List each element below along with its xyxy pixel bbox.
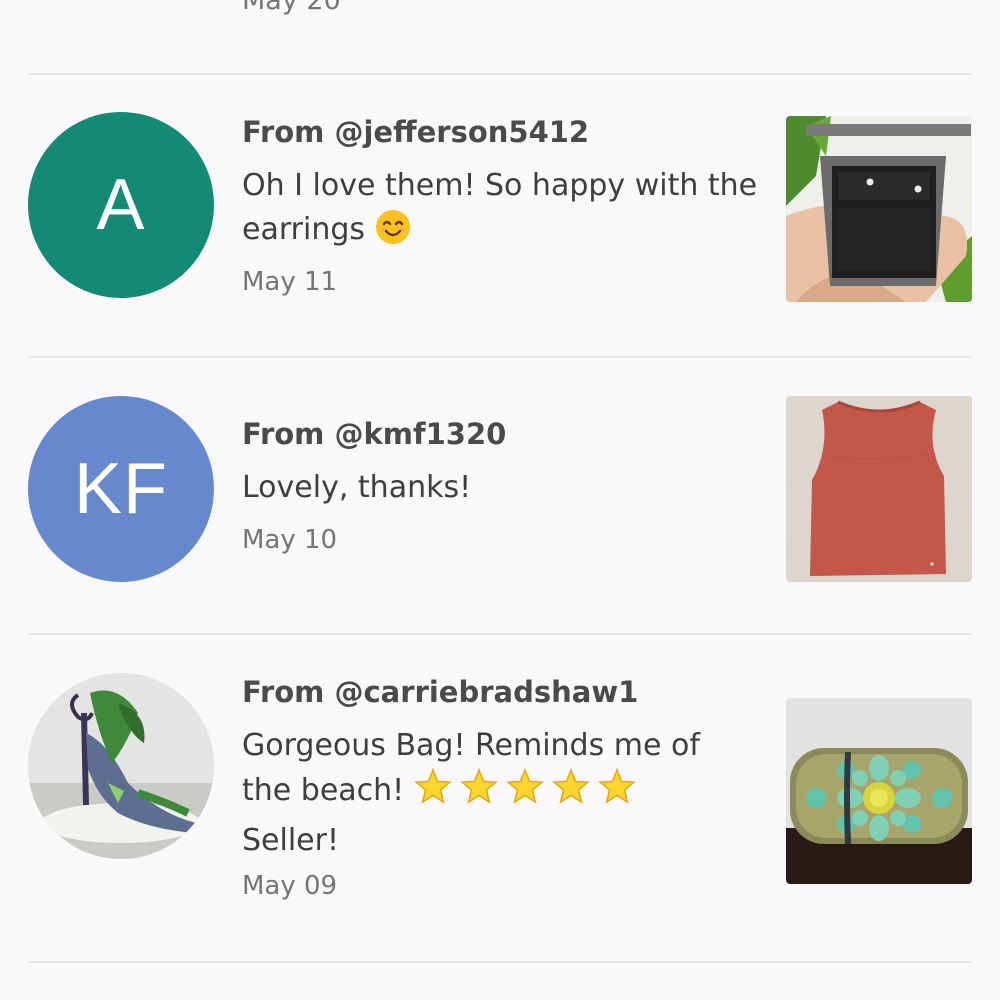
review-from[interactable]: From @carriebradshaw1 xyxy=(242,674,638,710)
high-heel-shoe-icon xyxy=(28,673,214,859)
review-date: May 10 xyxy=(242,525,338,555)
review-message-line: Seller! xyxy=(242,823,339,858)
review-message-text: the beach! xyxy=(242,773,405,808)
review-date: May 11 xyxy=(242,267,338,297)
divider xyxy=(28,633,972,635)
avatar[interactable] xyxy=(28,673,214,859)
avatar[interactable]: KF xyxy=(28,396,214,582)
divider xyxy=(28,961,972,963)
reviews-feed: May 20 A From @jefferson5412 Oh I love t… xyxy=(0,0,1000,1000)
clutch-bag-thumbnail[interactable] xyxy=(786,698,972,884)
review-date: May 20 xyxy=(242,0,341,16)
review-message: Oh I love them! So happy with the earrin… xyxy=(242,164,762,258)
tank-top-thumbnail[interactable] xyxy=(786,396,972,582)
review-message-text: Oh I love them! So happy with the earrin… xyxy=(242,168,758,247)
review-message-line: Gorgeous Bag! Reminds me of xyxy=(242,728,700,763)
review-date: May 09 xyxy=(242,871,338,901)
review-message: Lovely, thanks! xyxy=(242,470,472,505)
review-message: Gorgeous Bag! Reminds me of the beach! S… xyxy=(242,724,762,863)
avatar-initials: A xyxy=(96,165,146,245)
avatar[interactable]: A xyxy=(28,112,214,298)
review-message-line: the beach! xyxy=(242,768,762,819)
five-star-rating-icons xyxy=(414,768,650,819)
divider xyxy=(28,356,972,358)
divider xyxy=(28,73,972,75)
avatar-initials: KF xyxy=(73,449,168,529)
earrings-box-thumbnail[interactable] xyxy=(786,116,972,302)
review-from[interactable]: From @kmf1320 xyxy=(242,416,506,452)
smiling-face-emoji-icon xyxy=(375,209,411,258)
review-from[interactable]: From @jefferson5412 xyxy=(242,114,589,150)
